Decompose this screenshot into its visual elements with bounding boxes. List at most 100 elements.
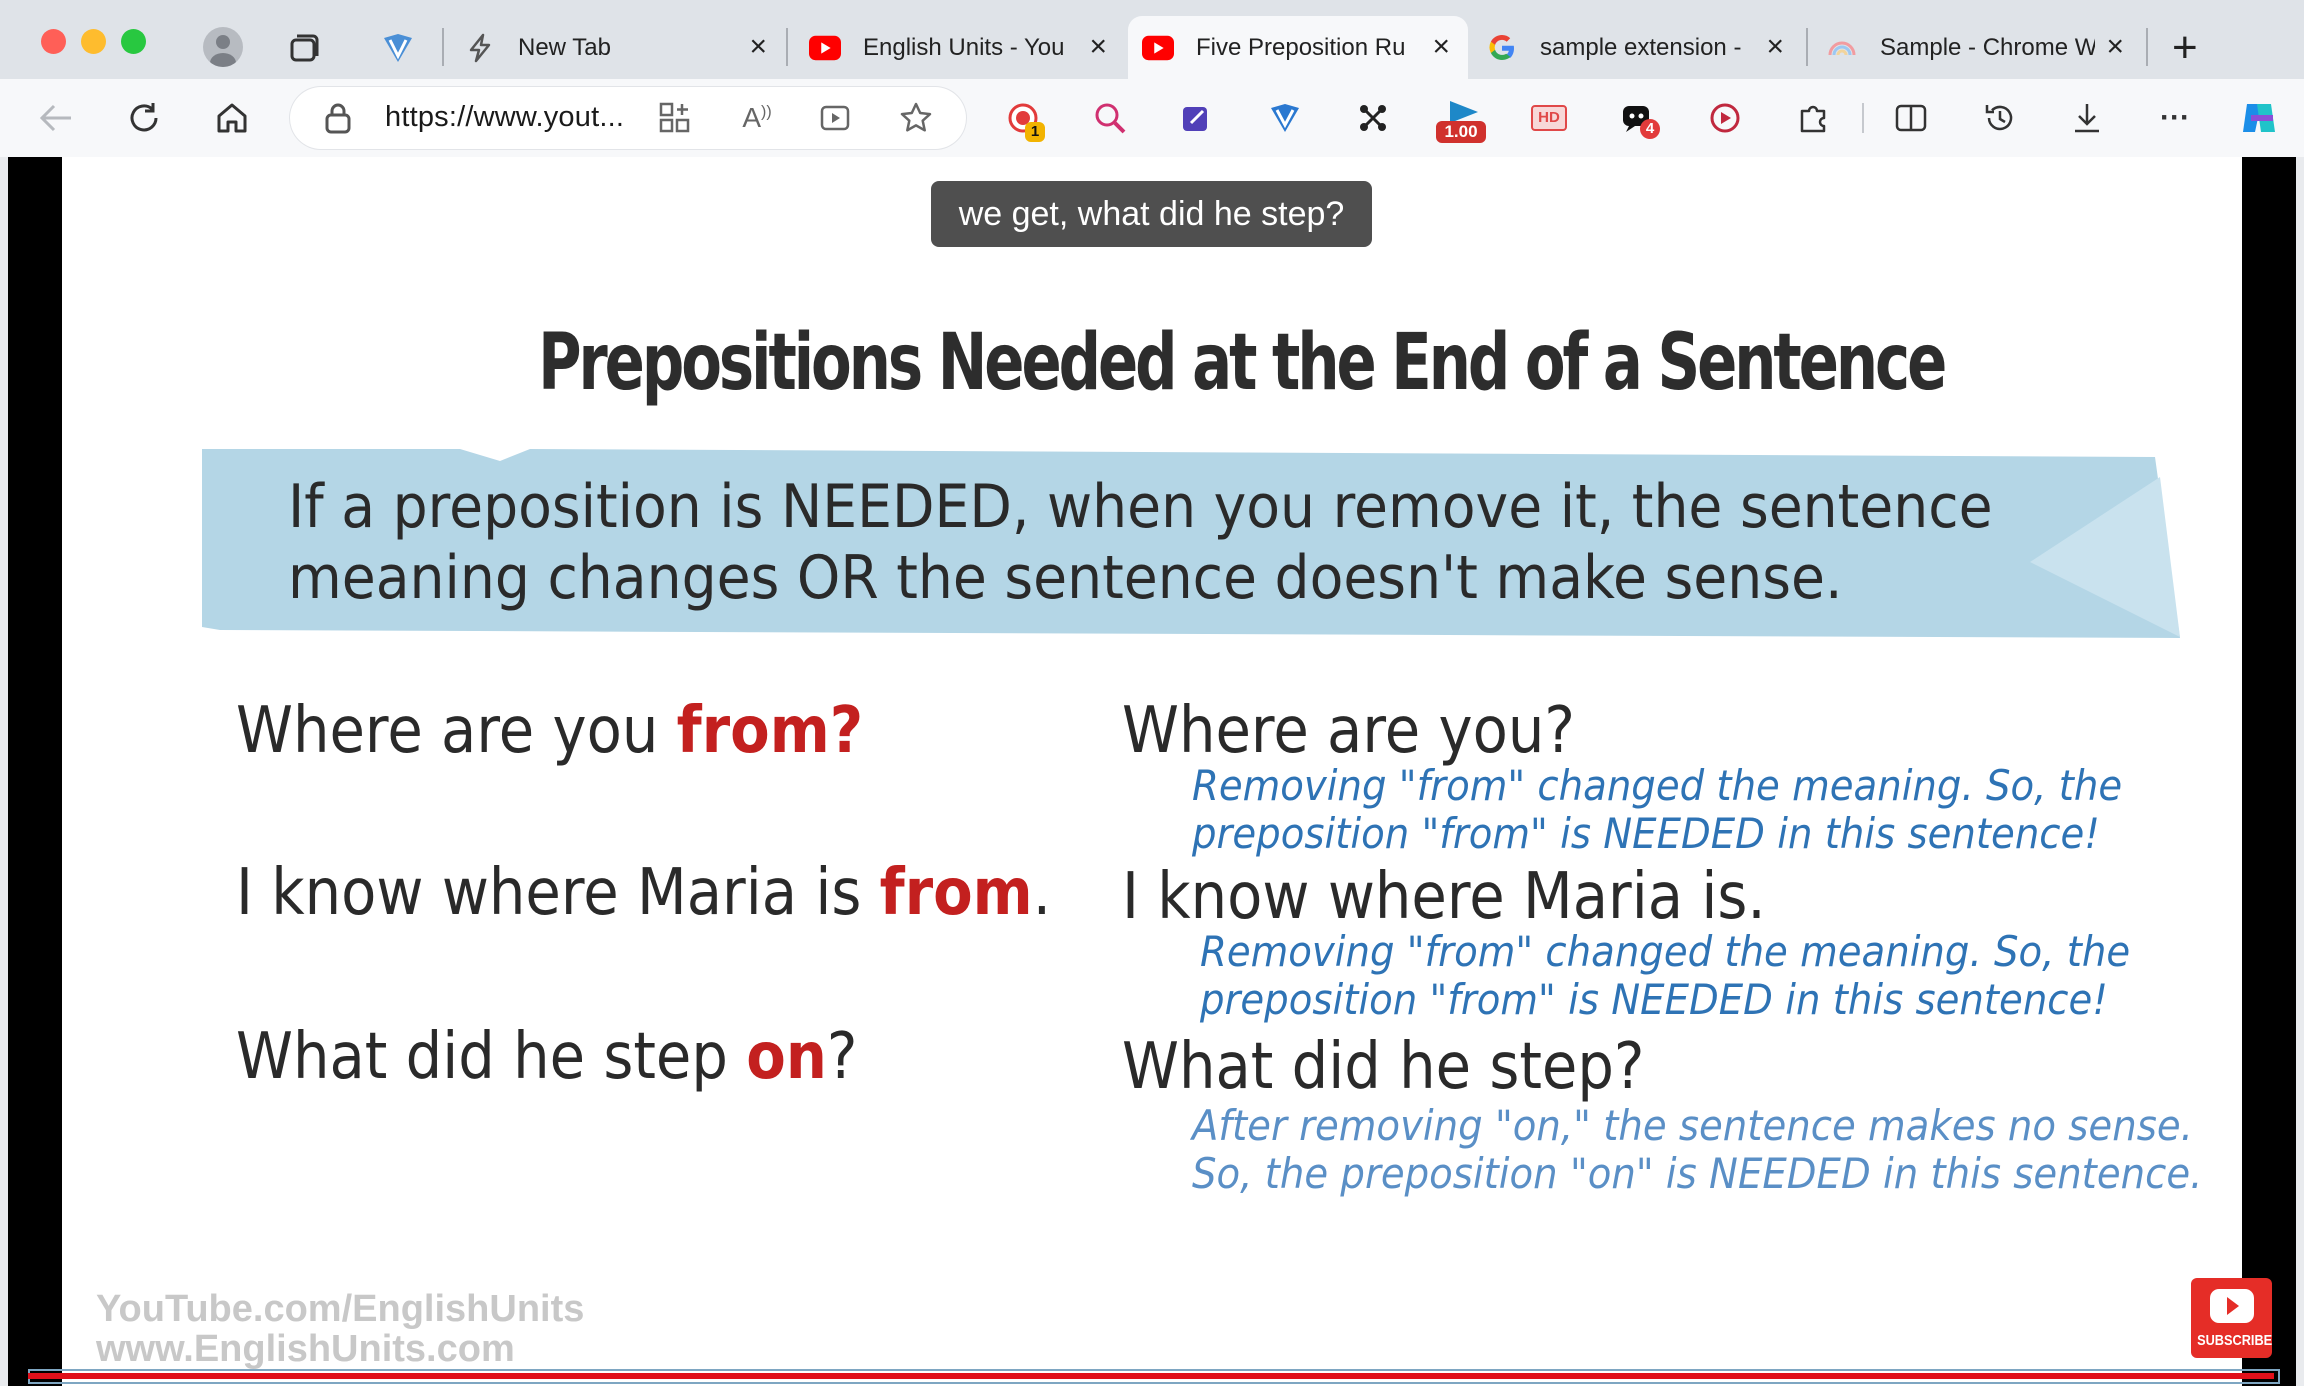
- ext-hd-button[interactable]: HD: [1526, 95, 1572, 141]
- banner-line: meaning changes OR the sentence doesn't …: [288, 543, 1843, 613]
- lock-icon[interactable]: [322, 101, 354, 140]
- copilot-icon: [2243, 104, 2275, 132]
- explanation-line: preposition "from" is NEEDED in this sen…: [1192, 809, 2100, 858]
- plus-icon: +: [2172, 23, 2198, 72]
- example-sentence: What did he step on?: [236, 1020, 858, 1094]
- speed-badge: 1.00: [1436, 121, 1486, 143]
- tab-close-icon[interactable]: ×: [749, 32, 767, 62]
- puzzle-icon: [1800, 105, 1826, 133]
- tab-english-units[interactable]: English Units - You ×: [795, 16, 1125, 79]
- tab-title: New Tab: [518, 33, 611, 61]
- extensions-button[interactable]: [1790, 95, 1836, 141]
- example-sentence: I know where Maria is from.: [236, 856, 1052, 930]
- app-available-button[interactable]: [652, 95, 698, 141]
- ext-search-button[interactable]: [1087, 95, 1133, 141]
- new-tab-button[interactable]: +: [2172, 26, 2198, 70]
- tab-separator: [1806, 28, 1808, 66]
- tab-title: sample extension -: [1540, 33, 1742, 61]
- ext-badge: 4: [1640, 119, 1660, 139]
- explanation-line: Removing "from" changed the meaning. So,…: [1192, 761, 2123, 810]
- edit-note-icon: [1183, 107, 1207, 131]
- workspaces-icon[interactable]: [286, 30, 322, 71]
- watermark-youtube: YouTube.com/EnglishUnits: [96, 1288, 585, 1330]
- google-icon: [1486, 32, 1518, 64]
- history-button[interactable]: [1977, 95, 2023, 141]
- watermark-website: www.EnglishUnits.com: [96, 1328, 515, 1370]
- tab-title: Sample - Chrome W: [1880, 33, 2095, 61]
- rainbow-icon: [1826, 32, 1858, 64]
- split-screen-icon: [1895, 104, 1927, 132]
- tab-five-preposition[interactable]: Five Preposition Ru ×: [1128, 16, 1468, 79]
- arrow-left-icon: [39, 104, 71, 132]
- tab-new-tab[interactable]: New Tab ×: [450, 16, 785, 79]
- example-without-preposition: I know where Maria is.: [1122, 860, 1766, 934]
- magnifier-icon: [1095, 103, 1126, 134]
- shield-v-icon: [1271, 104, 1299, 132]
- progress-bar[interactable]: [28, 1373, 2274, 1379]
- hd-icon: HD: [1531, 105, 1567, 131]
- close-window-button[interactable]: [41, 29, 66, 54]
- example-without-preposition: Where are you?: [1122, 694, 1575, 768]
- ext-notes-button[interactable]: [1173, 95, 1219, 141]
- more-menu-button[interactable]: ···: [2152, 95, 2198, 141]
- explanation-line: After removing "on," the sentence makes …: [1192, 1101, 2193, 1150]
- explanation-line: So, the preposition "on" is NEEDED in th…: [1192, 1149, 2203, 1198]
- copilot-button[interactable]: [2236, 95, 2282, 141]
- tab-title: Five Preposition Ru: [1196, 33, 1406, 61]
- example-without-preposition: What did he step?: [1122, 1030, 1645, 1104]
- ext-screen-button[interactable]: [1702, 95, 1748, 141]
- ext-chat-button[interactable]: 4: [1614, 95, 1660, 141]
- maximize-window-button[interactable]: [121, 29, 146, 54]
- video-enhance-button[interactable]: [813, 95, 859, 141]
- history-icon: [1985, 105, 2013, 131]
- tab-separator: [786, 28, 788, 66]
- explanation-line: preposition "from" is NEEDED in this sen…: [1200, 975, 2108, 1024]
- home-button[interactable]: [209, 95, 255, 141]
- tab-sample-extension[interactable]: sample extension - ×: [1472, 16, 1802, 79]
- lightning-icon: [464, 32, 496, 64]
- reload-icon: [130, 103, 158, 132]
- home-icon: [217, 103, 247, 133]
- reload-button[interactable]: [121, 95, 167, 141]
- read-aloud-button[interactable]: A)): [734, 95, 780, 141]
- tab-separator: [442, 28, 444, 66]
- youtube-icon: [2210, 1289, 2254, 1323]
- tab-close-icon[interactable]: ×: [2106, 32, 2124, 62]
- ext-vpn-button[interactable]: [1262, 95, 1308, 141]
- ext-record-button[interactable]: 1: [1000, 95, 1046, 142]
- tab-close-icon[interactable]: ×: [1089, 32, 1107, 62]
- ext-speed-button[interactable]: 1.00: [1436, 95, 1488, 147]
- youtube-icon: [809, 32, 841, 64]
- ellipsis-icon: ···: [2160, 101, 2190, 134]
- nodes-icon: [1360, 105, 1386, 131]
- url-text[interactable]: https://www.yout...: [385, 101, 624, 134]
- minimize-window-button[interactable]: [81, 29, 106, 54]
- pinned-tab-vpn[interactable]: [380, 30, 416, 71]
- tab-separator: [2146, 28, 2148, 66]
- person-icon: [210, 35, 236, 67]
- banner-line: If a preposition is NEEDED, when you rem…: [288, 472, 1993, 542]
- tab-sample-chrome[interactable]: Sample - Chrome W ×: [1812, 16, 2142, 79]
- example-sentence: Where are you from?: [236, 694, 864, 768]
- back-button[interactable]: [33, 95, 79, 141]
- screen-record-icon: [1710, 103, 1740, 133]
- tab-close-icon[interactable]: ×: [1432, 32, 1450, 62]
- preposition-highlight: on: [746, 1020, 827, 1094]
- tab-close-icon[interactable]: ×: [1766, 32, 1784, 62]
- subscribe-button[interactable]: SUBSCRIBE: [2191, 1278, 2272, 1358]
- slide-heading: Prepositions Needed at the End of a Sent…: [538, 318, 1947, 408]
- read-aloud-icon: A)): [742, 102, 772, 133]
- preposition-highlight: from: [879, 856, 1033, 930]
- ext-connect-button[interactable]: [1350, 95, 1396, 141]
- star-icon: [900, 102, 932, 132]
- preposition-highlight: from?: [676, 694, 864, 768]
- downloads-button[interactable]: [2064, 95, 2110, 141]
- youtube-icon: [1142, 32, 1174, 64]
- subscribe-label: SUBSCRIBE: [2197, 1332, 2273, 1349]
- favorite-button[interactable]: [893, 95, 939, 141]
- profile-avatar[interactable]: [203, 27, 243, 67]
- tab-title: English Units - You: [863, 33, 1065, 61]
- apps-grid-icon: [659, 102, 690, 133]
- toolbar-separator: [1862, 103, 1864, 133]
- split-screen-button[interactable]: [1888, 95, 1934, 141]
